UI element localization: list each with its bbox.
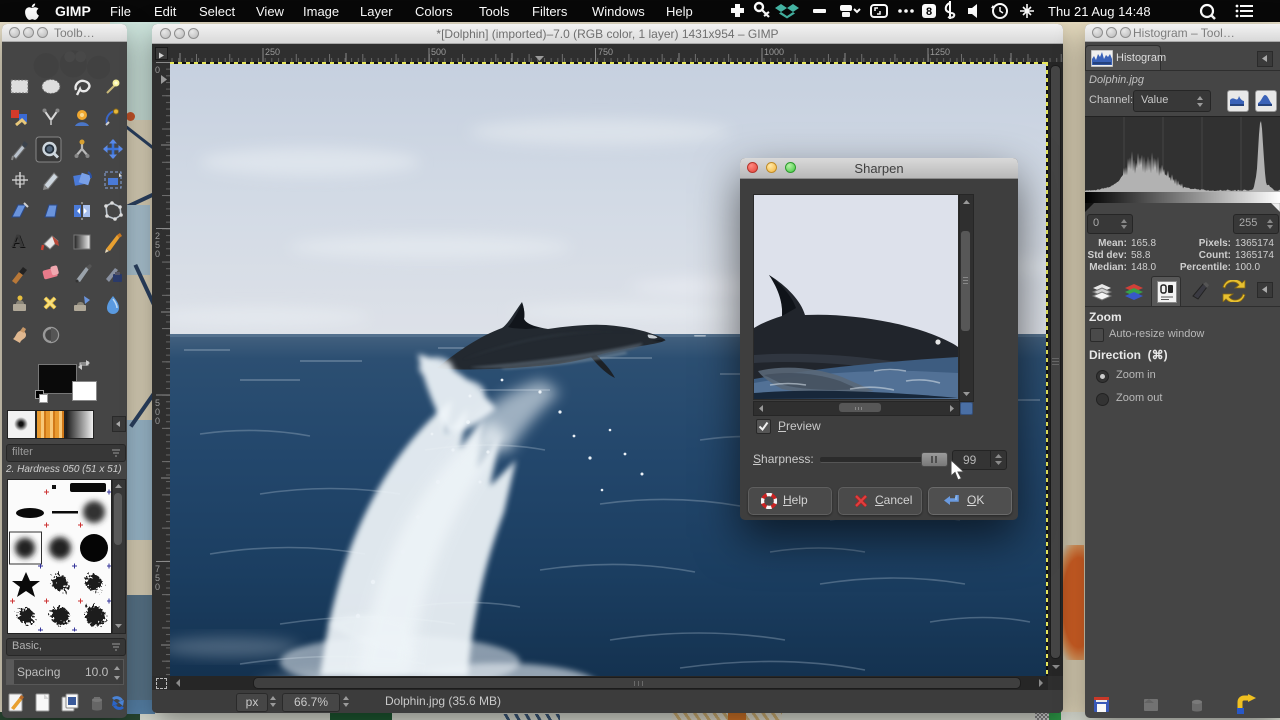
svg-text:0: 0 [155, 582, 160, 592]
svg-text:1000: 1000 [764, 47, 784, 57]
svg-text:750: 750 [598, 47, 613, 57]
svg-text:500: 500 [431, 47, 446, 57]
svg-text:0: 0 [155, 65, 160, 75]
svg-text:0: 0 [155, 249, 160, 259]
svg-text:1250: 1250 [930, 47, 950, 57]
svg-text:250: 250 [265, 47, 280, 57]
svg-text:A: A [11, 231, 25, 252]
svg-text:8: 8 [926, 6, 932, 18]
svg-text:0: 0 [155, 416, 160, 426]
